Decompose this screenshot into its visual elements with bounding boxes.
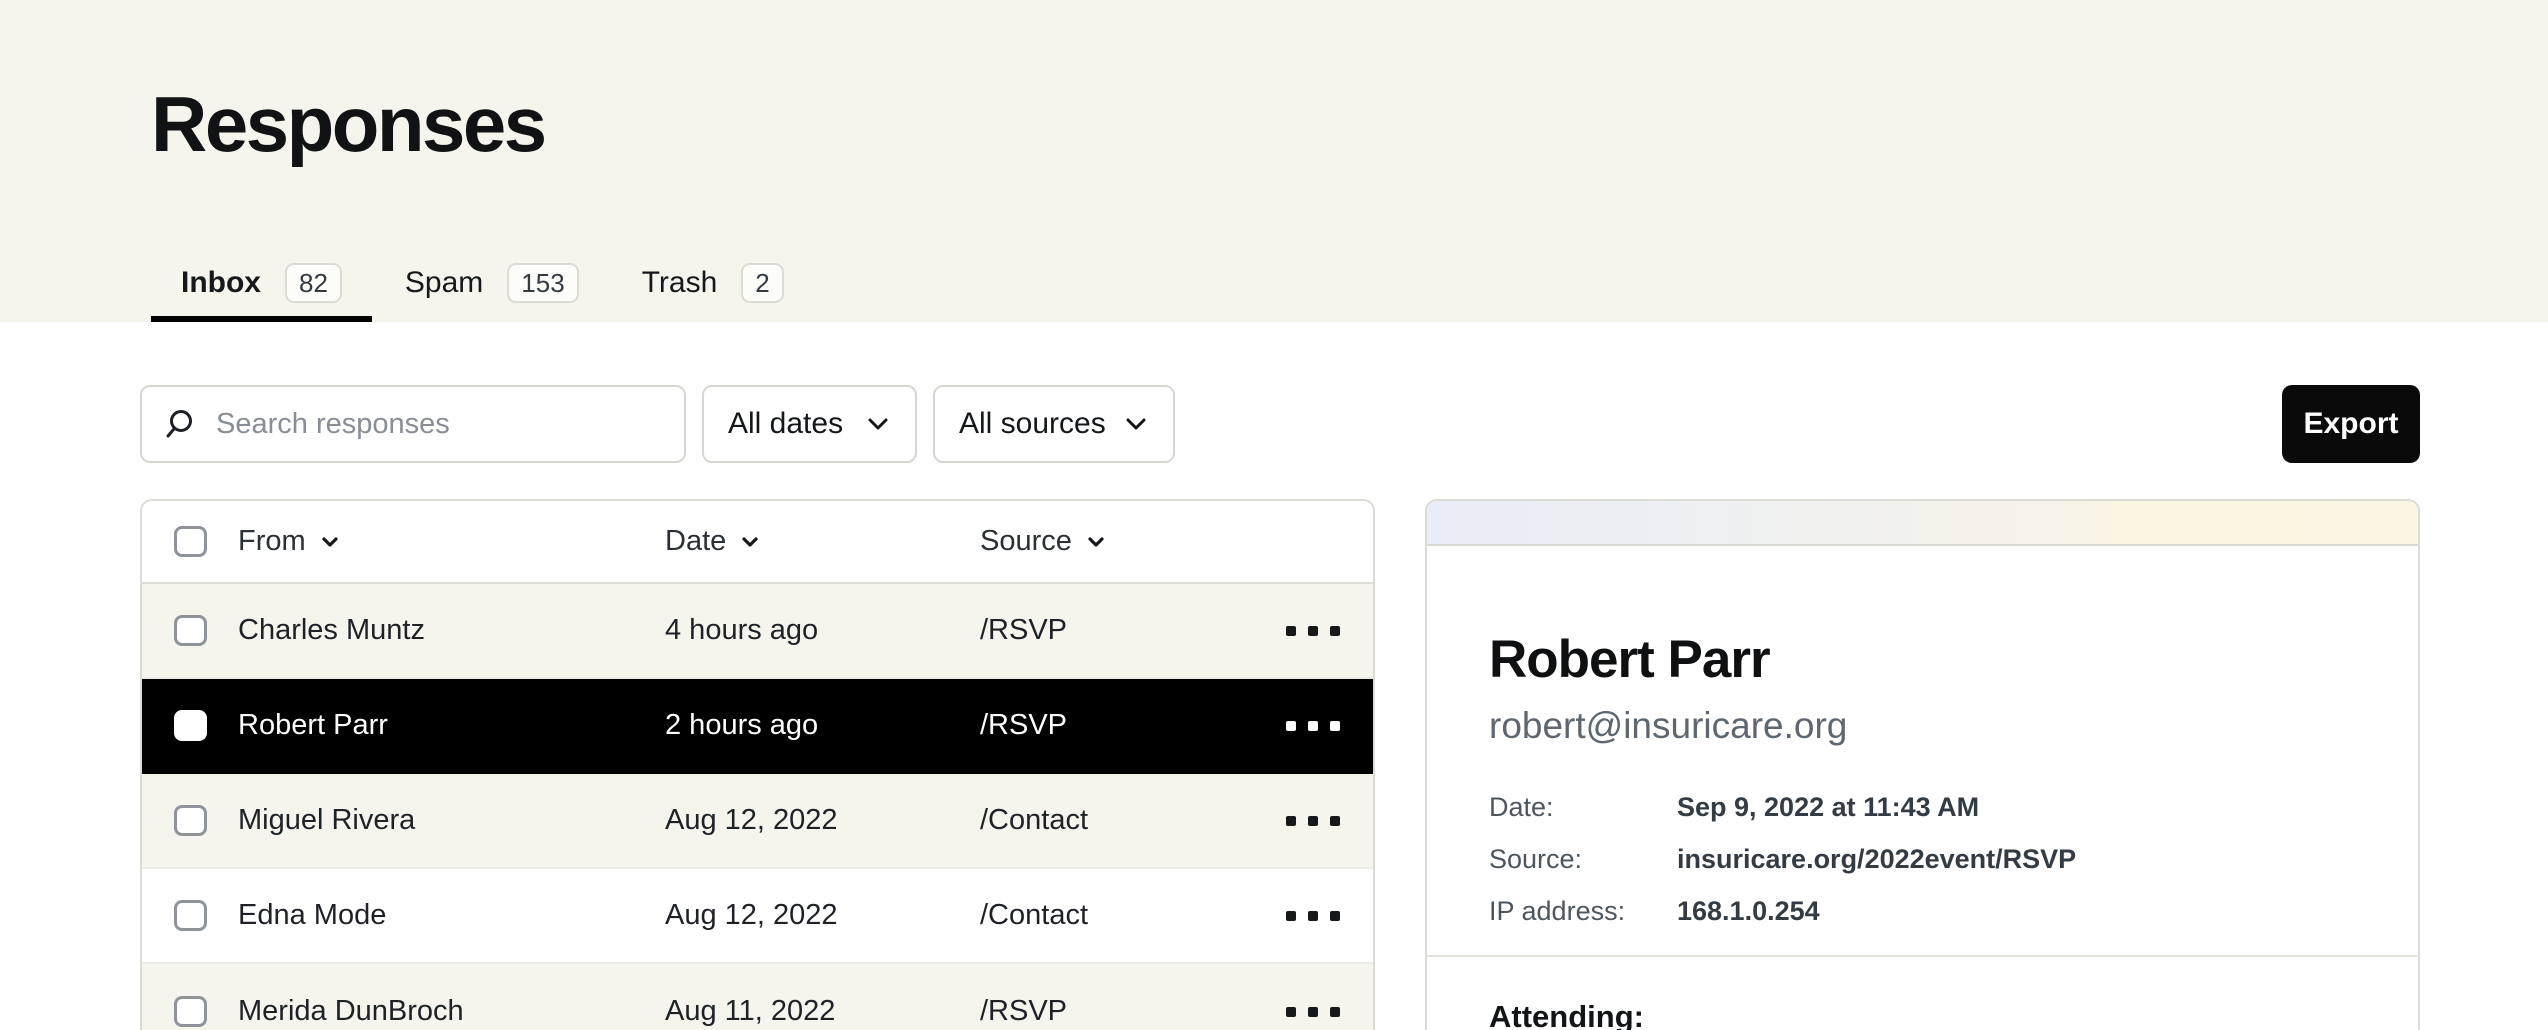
source-filter-select[interactable]: All sources	[933, 385, 1175, 463]
row-checkbox[interactable]	[174, 615, 207, 646]
select-all-checkbox[interactable]	[174, 526, 207, 557]
row-date: Aug 12, 2022	[665, 804, 980, 837]
toolbar: All dates All sources Export	[140, 385, 2420, 463]
tab-spam[interactable]: Spam 153	[375, 250, 609, 322]
export-button[interactable]: Export	[2282, 385, 2420, 463]
tab-inbox-count-badge: 82	[285, 263, 342, 304]
tab-inbox-label: Inbox	[181, 266, 261, 300]
select-all-cell	[142, 526, 238, 557]
row-source: /RSVP	[980, 614, 1253, 647]
tab-inbox[interactable]: Inbox 82	[151, 250, 372, 322]
row-menu-button[interactable]	[1253, 616, 1373, 646]
search-box[interactable]	[140, 385, 686, 463]
sort-chevron-icon	[740, 532, 760, 552]
meta-label-ip: IP address:	[1489, 897, 1677, 925]
column-header-from[interactable]: From	[238, 525, 665, 558]
meta-label-source: Source:	[1489, 845, 1677, 873]
meta-value-source: insuricare.org/2022event/RSVP	[1677, 845, 2356, 873]
sort-chevron-icon	[320, 532, 340, 552]
row-checkbox[interactable]	[174, 805, 207, 836]
source-filter-value: All sources	[959, 407, 1106, 441]
response-detail-panel: Robert Parr robert@insuricare.org Date: …	[1425, 499, 2420, 1030]
chevron-down-icon	[1123, 411, 1149, 437]
tab-bar: Inbox 82 Spam 153 Trash 2	[151, 250, 814, 322]
table-row[interactable]: Miguel Rivera Aug 12, 2022 /Contact	[142, 774, 1373, 869]
row-from: Merida DunBroch	[238, 995, 665, 1028]
row-source: /Contact	[980, 899, 1253, 932]
row-date: 2 hours ago	[665, 709, 980, 742]
response-meta: Date: Sep 9, 2022 at 11:43 AM Source: in…	[1489, 793, 2356, 925]
row-date: Aug 11, 2022	[665, 995, 980, 1028]
content-area: From Date Source	[140, 499, 2420, 1030]
search-input[interactable]	[214, 407, 664, 442]
row-from: Miguel Rivera	[238, 804, 665, 837]
respondent-email: robert@insuricare.org	[1489, 705, 2356, 748]
sort-chevron-icon	[1086, 532, 1106, 552]
table-row[interactable]: Merida DunBroch Aug 11, 2022 /RSVP	[142, 964, 1373, 1030]
tab-trash-label: Trash	[642, 266, 718, 300]
responses-table: From Date Source	[140, 499, 1375, 1030]
row-checkbox[interactable]	[174, 900, 207, 931]
table-row[interactable]: Edna Mode Aug 12, 2022 /Contact	[142, 869, 1373, 964]
date-filter-value: All dates	[728, 407, 843, 441]
column-header-source[interactable]: Source	[980, 525, 1253, 558]
row-date: Aug 12, 2022	[665, 899, 980, 932]
tab-spam-label: Spam	[405, 266, 483, 300]
table-row[interactable]: Charles Muntz 4 hours ago /RSVP	[142, 584, 1373, 679]
search-icon	[164, 408, 196, 440]
column-header-date[interactable]: Date	[665, 525, 980, 558]
row-menu-button[interactable]	[1253, 806, 1373, 836]
row-checkbox[interactable]	[174, 996, 207, 1027]
row-menu-button[interactable]	[1253, 901, 1373, 931]
page-title: Responses	[151, 0, 2548, 166]
row-from: Charles Muntz	[238, 614, 665, 647]
responses-page: Responses Inbox 82 Spam 153 Trash 2	[0, 0, 2548, 1030]
row-menu-button[interactable]	[1253, 997, 1373, 1027]
table-row-selected[interactable]: Robert Parr 2 hours ago /RSVP	[142, 679, 1373, 774]
meta-value-ip: 168.1.0.254	[1677, 897, 2356, 925]
row-source: /RSVP	[980, 995, 1253, 1028]
chevron-down-icon	[865, 411, 891, 437]
detail-header-strip	[1427, 501, 2418, 546]
row-checkbox[interactable]	[174, 710, 207, 741]
page-header: Responses Inbox 82 Spam 153 Trash 2	[0, 0, 2548, 322]
date-filter-select[interactable]: All dates	[702, 385, 917, 463]
table-header-row: From Date Source	[142, 501, 1373, 584]
row-menu-button[interactable]	[1253, 711, 1373, 741]
meta-label-date: Date:	[1489, 793, 1677, 821]
tab-spam-count-badge: 153	[507, 263, 578, 304]
attending-heading: Attending:	[1489, 999, 2356, 1030]
row-from: Robert Parr	[238, 709, 665, 742]
detail-body: Robert Parr robert@insuricare.org Date: …	[1427, 546, 2418, 925]
tab-trash[interactable]: Trash 2	[612, 250, 814, 322]
row-date: 4 hours ago	[665, 614, 980, 647]
row-source: /RSVP	[980, 709, 1253, 742]
row-source: /Contact	[980, 804, 1253, 837]
meta-value-date: Sep 9, 2022 at 11:43 AM	[1677, 793, 2356, 821]
page-body: All dates All sources Export	[0, 385, 2548, 1030]
toolbar-spacer	[1191, 385, 2266, 463]
detail-answers-section: Attending:	[1427, 957, 2418, 1030]
row-from: Edna Mode	[238, 899, 665, 932]
tab-trash-count-badge: 2	[741, 263, 783, 304]
respondent-name: Robert Parr	[1489, 630, 2356, 691]
